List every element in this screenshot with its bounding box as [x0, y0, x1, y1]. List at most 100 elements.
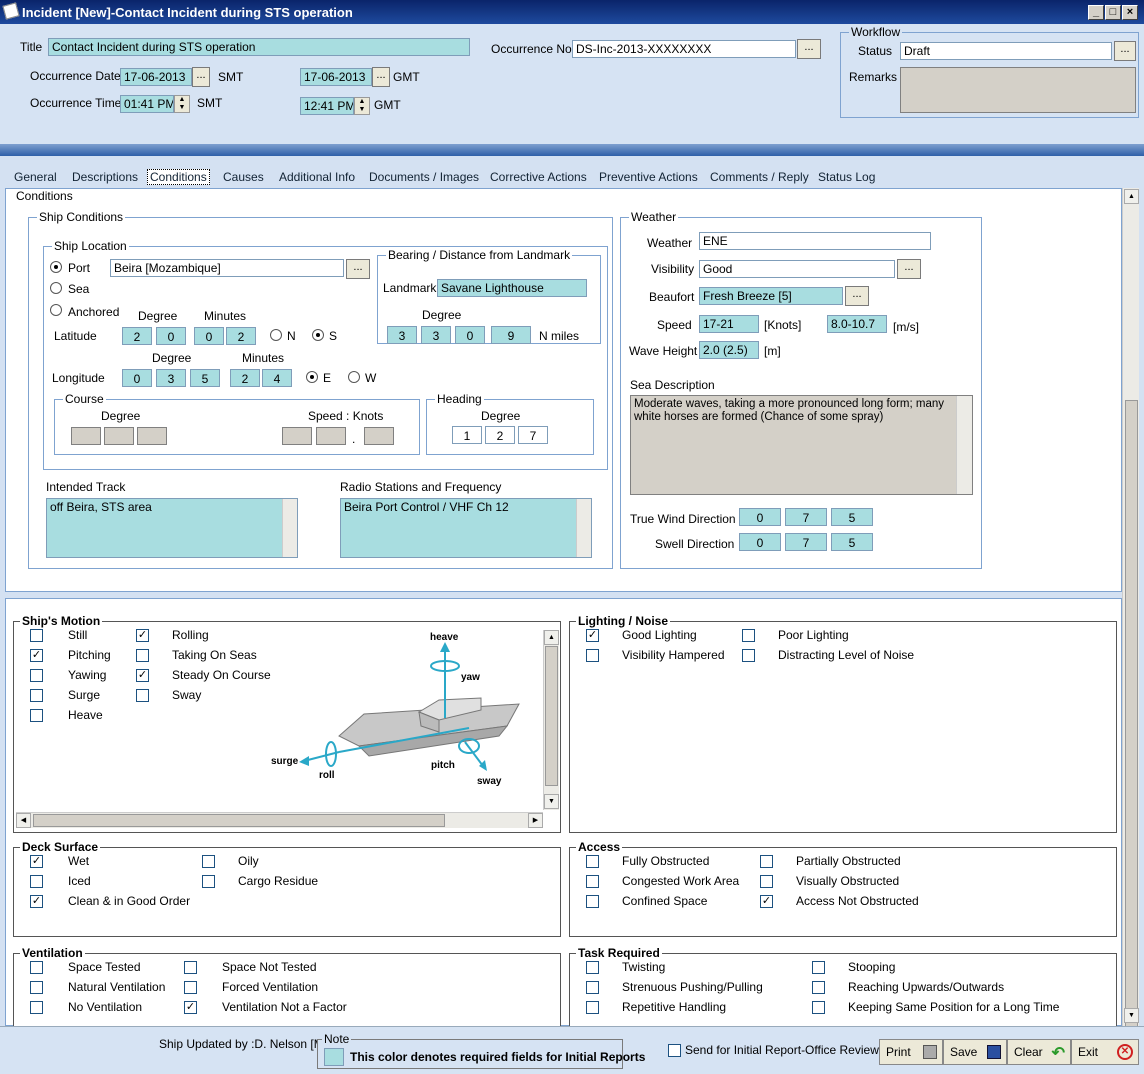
ventilation-checkbox-0[interactable]	[30, 961, 43, 974]
tab-conditions[interactable]: Conditions	[147, 169, 210, 185]
course-1[interactable]	[71, 427, 101, 445]
course-2[interactable]	[104, 427, 134, 445]
motion-checkbox-4[interactable]	[30, 709, 43, 722]
maximize-button[interactable]: □	[1105, 5, 1121, 20]
tab-comments-reply[interactable]: Comments / Reply	[710, 170, 809, 184]
port-field[interactable]: Beira [Mozambique]	[110, 259, 344, 277]
tab-descriptions[interactable]: Descriptions	[72, 170, 138, 184]
save-button[interactable]: Save	[943, 1039, 1007, 1065]
bearing-2[interactable]: 3	[421, 326, 451, 344]
beaufort-browse-button[interactable]: ...	[845, 286, 869, 306]
ventilation-checkbox-4[interactable]	[184, 981, 197, 994]
intended-track-scrollbar[interactable]	[282, 499, 297, 557]
lon-min-2[interactable]: 4	[262, 369, 292, 387]
beaufort-field[interactable]: Fresh Breeze [5]	[699, 287, 843, 305]
access-checkbox-3[interactable]	[760, 855, 773, 868]
bearing-3[interactable]: 0	[455, 326, 485, 344]
status-field[interactable]: Draft	[900, 42, 1112, 60]
motion-checkbox-7[interactable]: ✓	[136, 669, 149, 682]
ventilation-checkbox-1[interactable]	[30, 981, 43, 994]
motion-checkbox-5[interactable]: ✓	[136, 629, 149, 642]
scroll-down-icon[interactable]: ▼	[1124, 1008, 1139, 1023]
task-checkbox-1[interactable]	[586, 981, 599, 994]
occurrence-no-browse-button[interactable]: ...	[797, 39, 821, 59]
motion-scroll-left-icon[interactable]: ◀	[16, 813, 31, 828]
true-wind-2[interactable]: 7	[785, 508, 827, 526]
wave-height-field[interactable]: 2.0 (2.5)	[699, 341, 759, 359]
motion-scroll-right-icon[interactable]: ▶	[528, 813, 543, 828]
task-checkbox-5[interactable]	[812, 1001, 825, 1014]
ventilation-checkbox-5[interactable]: ✓	[184, 1001, 197, 1014]
tab-general[interactable]: General	[14, 170, 57, 184]
motion-checkbox-1[interactable]: ✓	[30, 649, 43, 662]
lon-w-radio[interactable]	[348, 371, 360, 383]
heading-3[interactable]: 7	[518, 426, 548, 444]
time-gmt-spinner[interactable]: ▲ ▼	[354, 97, 370, 115]
motion-checkbox-6[interactable]	[136, 649, 149, 662]
task-checkbox-4[interactable]	[812, 981, 825, 994]
lat-s-radio[interactable]	[312, 329, 324, 341]
intended-track-field[interactable]: off Beira, STS area	[46, 498, 298, 558]
send-review-checkbox[interactable]	[668, 1044, 681, 1057]
time-smt-spinner[interactable]: ▲ ▼	[174, 95, 190, 113]
title-field[interactable]: Contact Incident during STS operation	[48, 38, 470, 56]
heading-1[interactable]: 1	[452, 426, 482, 444]
motion-v-thumb[interactable]	[545, 646, 558, 786]
speed-knots-field[interactable]: 17-21	[699, 315, 759, 333]
lighting-checkbox-3[interactable]	[742, 649, 755, 662]
sea-radio[interactable]	[50, 282, 62, 294]
course-3[interactable]	[137, 427, 167, 445]
occurrence-no-field[interactable]: DS-Inc-2013-XXXXXXXX	[572, 40, 796, 58]
task-checkbox-2[interactable]	[586, 1001, 599, 1014]
swell-3[interactable]: 5	[831, 533, 873, 551]
lighting-checkbox-0[interactable]: ✓	[586, 629, 599, 642]
motion-checkbox-0[interactable]	[30, 629, 43, 642]
task-checkbox-3[interactable]	[812, 961, 825, 974]
deck-checkbox-2[interactable]: ✓	[30, 895, 43, 908]
task-checkbox-0[interactable]	[586, 961, 599, 974]
lat-min-2[interactable]: 2	[226, 327, 256, 345]
heading-2[interactable]: 2	[485, 426, 515, 444]
lighting-checkbox-2[interactable]	[742, 629, 755, 642]
access-checkbox-2[interactable]	[586, 895, 599, 908]
tab-preventive-actions[interactable]: Preventive Actions	[599, 170, 698, 184]
deck-checkbox-1[interactable]	[30, 875, 43, 888]
tab-additional-info[interactable]: Additional Info	[279, 170, 355, 184]
remarks-field[interactable]	[900, 67, 1136, 113]
motion-checkbox-8[interactable]	[136, 689, 149, 702]
anchored-radio[interactable]	[50, 304, 62, 316]
speed-ms-field[interactable]: 8.0-10.7	[827, 315, 887, 333]
weather-field[interactable]: ENE	[699, 232, 931, 250]
port-radio[interactable]	[50, 261, 62, 273]
status-browse-button[interactable]: ...	[1114, 41, 1136, 61]
tab-corrective-actions[interactable]: Corrective Actions	[490, 170, 587, 184]
visibility-browse-button[interactable]: ...	[897, 259, 921, 279]
lat-n-radio[interactable]	[270, 329, 282, 341]
radio-stations-field[interactable]: Beira Port Control / VHF Ch 12	[340, 498, 592, 558]
lon-deg-3[interactable]: 5	[190, 369, 220, 387]
lat-deg-1[interactable]: 2	[122, 327, 152, 345]
main-scroll-thumb[interactable]	[1125, 400, 1138, 1045]
motion-v-scrollbar[interactable]: ▲ ▼	[543, 630, 559, 810]
exit-button[interactable]: Exit ✕	[1071, 1039, 1139, 1065]
lon-deg-1[interactable]: 0	[122, 369, 152, 387]
tab-documents-images[interactable]: Documents / Images	[369, 170, 479, 184]
swell-1[interactable]: 0	[739, 533, 781, 551]
lighting-checkbox-1[interactable]	[586, 649, 599, 662]
radio-stations-scrollbar[interactable]	[576, 499, 591, 557]
lat-deg-2[interactable]: 0	[156, 327, 186, 345]
clear-button[interactable]: Clear ↶	[1007, 1039, 1071, 1065]
print-button[interactable]: Print	[879, 1039, 943, 1065]
distance-field[interactable]: 9	[491, 326, 531, 344]
lon-min-1[interactable]: 2	[230, 369, 260, 387]
speed-1[interactable]	[282, 427, 312, 445]
occurrence-time-gmt-field[interactable]: 12:41 PM	[300, 97, 354, 115]
access-checkbox-0[interactable]	[586, 855, 599, 868]
ventilation-checkbox-2[interactable]	[30, 1001, 43, 1014]
date-smt-picker-button[interactable]: ...	[192, 67, 210, 87]
motion-h-thumb[interactable]	[33, 814, 445, 827]
visibility-field[interactable]: Good	[699, 260, 895, 278]
motion-scroll-up-icon[interactable]: ▲	[544, 630, 559, 645]
deck-checkbox-3[interactable]	[202, 855, 215, 868]
occurrence-date-smt-field[interactable]: 17-06-2013	[120, 68, 192, 86]
